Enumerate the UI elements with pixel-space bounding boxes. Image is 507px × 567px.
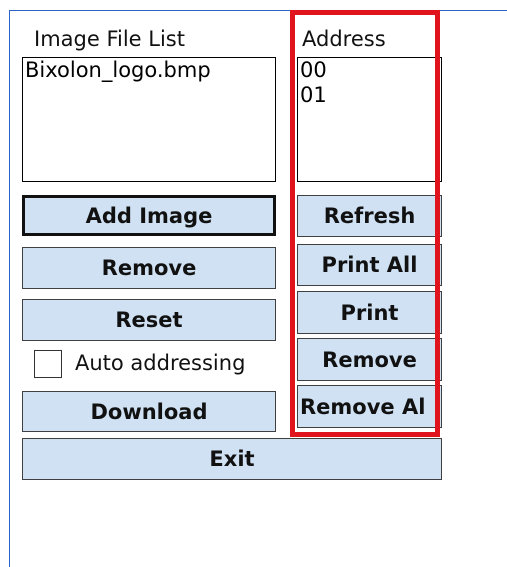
auto-addressing-checkbox[interactable] — [34, 350, 62, 378]
exit-button[interactable]: Exit — [22, 438, 442, 480]
print-all-button[interactable]: Print All — [297, 244, 442, 286]
auto-addressing-label: Auto addressing — [75, 351, 246, 375]
address-label: Address — [302, 27, 386, 51]
image-file-list-label: Image File List — [34, 27, 185, 51]
address-listbox[interactable]: 00 01 — [297, 57, 442, 182]
refresh-button[interactable]: Refresh — [297, 195, 442, 237]
list-item[interactable]: 01 — [298, 83, 441, 108]
remove-address-button[interactable]: Remove — [297, 338, 442, 381]
window-left-border — [9, 10, 10, 567]
print-button[interactable]: Print — [297, 291, 442, 334]
remove-all-button[interactable]: Remove Al — [297, 385, 442, 428]
list-item[interactable]: 00 — [298, 58, 441, 83]
reset-button[interactable]: Reset — [22, 299, 276, 341]
window-top-border — [10, 10, 507, 11]
download-button[interactable]: Download — [22, 391, 276, 432]
image-file-listbox[interactable]: Bixolon_logo.bmp — [22, 57, 276, 182]
add-image-button[interactable]: Add Image — [22, 195, 276, 236]
remove-image-button[interactable]: Remove — [22, 247, 276, 289]
list-item[interactable]: Bixolon_logo.bmp — [23, 58, 275, 83]
